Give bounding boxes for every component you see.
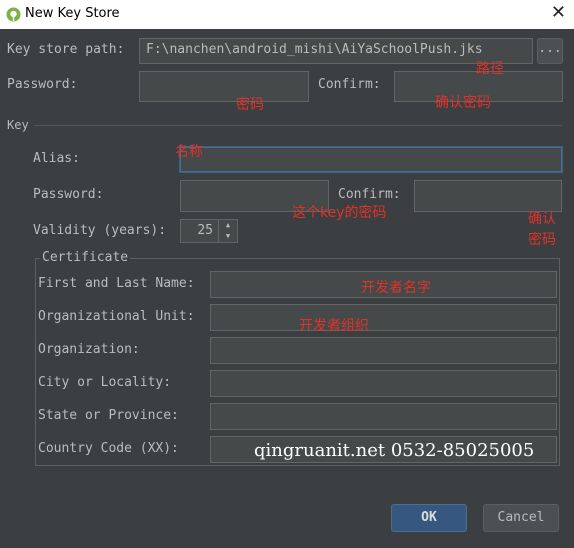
key-section-label: Key [7, 118, 29, 132]
keystore-password-field[interactable] [139, 71, 309, 102]
city-locality-input[interactable] [210, 370, 557, 397]
annotation-developer-org: 开发者组织 [299, 318, 369, 334]
window-title: New Key Store [25, 6, 120, 21]
ok-button[interactable]: OK [391, 504, 467, 532]
spinner-arrows-icon[interactable]: ▲ ▼ [218, 220, 237, 242]
organization-input[interactable] [210, 337, 557, 364]
close-icon[interactable]: ✕ [551, 3, 566, 23]
annotation-alias: 名称 [175, 144, 203, 160]
annotation-key-confirm-line2: 密码 [528, 232, 556, 248]
state-province-label: State or Province: [38, 408, 179, 423]
key-store-path-field[interactable]: F:\nanchen\android_mishi\AiYaSchoolPush.… [139, 38, 533, 64]
annotation-confirm-password: 确认密码 [435, 95, 491, 111]
cancel-button[interactable]: Cancel [483, 504, 559, 532]
validity-spinner[interactable]: 25 ▲ ▼ [180, 219, 238, 243]
key-password-label: Password: [33, 187, 104, 202]
annotation-developer-name: 开发者名字 [361, 280, 431, 296]
alias-label: Alias: [33, 151, 80, 166]
country-code-label: Country Code (XX): [38, 441, 179, 456]
annotation-path: 路径 [476, 61, 504, 77]
annotation-password: 密码 [236, 97, 264, 113]
validity-label: Validity (years): [33, 223, 167, 238]
organizational-unit-input[interactable] [210, 304, 557, 331]
keystore-confirm-label: Confirm: [318, 77, 381, 92]
first-last-name-label: First and Last Name: [38, 276, 195, 291]
validity-value: 25 [197, 223, 213, 238]
title-bar: New Key Store ✕ [0, 0, 574, 29]
watermark-text: qingruanit.net 0532-85025005 [254, 440, 535, 461]
browse-button[interactable]: ... [537, 38, 563, 64]
organizational-unit-label: Organizational Unit: [38, 309, 195, 324]
annotation-key-password: 这个key的密码 [292, 205, 387, 221]
city-locality-label: City or Locality: [38, 375, 172, 390]
key-store-path-label: Key store path: [7, 42, 125, 57]
certificate-title: Certificate [40, 250, 131, 265]
state-province-input[interactable] [210, 403, 557, 430]
android-studio-icon [6, 7, 21, 22]
organization-label: Organization: [38, 342, 140, 357]
annotation-key-confirm-line1: 确认 [528, 211, 556, 227]
key-section-divider [34, 125, 562, 126]
keystore-password-label: Password: [7, 77, 78, 92]
key-confirm-label: Confirm: [338, 187, 401, 202]
alias-input[interactable] [180, 147, 562, 172]
